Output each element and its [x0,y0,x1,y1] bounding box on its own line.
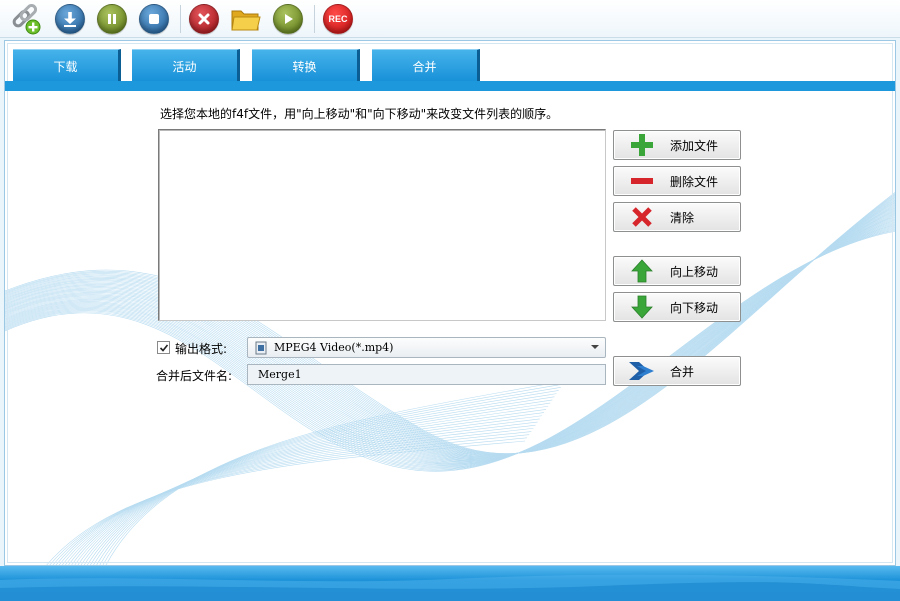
add-file-button[interactable]: 添加文件 [613,130,741,160]
stop-button[interactable] [138,3,170,35]
arrow-up-icon [614,257,670,285]
output-format-checkbox[interactable] [157,341,170,354]
toolbar-separator [180,5,181,33]
toolbar: REC [0,0,900,38]
tab-download[interactable]: 下载 [13,49,121,82]
stop-icon [139,4,169,34]
chevron-down-icon [591,345,599,349]
play-icon [273,4,303,34]
merge-arrow-icon [614,357,670,385]
move-up-button[interactable]: 向上移动 [613,256,741,286]
minus-icon [614,167,670,195]
add-file-label: 添加文件 [670,138,719,153]
output-format-value: MPEG4 Video(*.mp4) [274,341,394,354]
video-file-icon [248,341,274,355]
output-format-select[interactable]: MPEG4 Video(*.mp4) [247,337,606,358]
merge-instruction: 选择您本地的f4f文件，用"向上移动"和"向下移动"来改变文件列表的顺序。 [160,107,559,121]
pause-button[interactable] [96,3,128,35]
link-add-icon [12,3,41,35]
move-down-label: 向下移动 [670,300,719,315]
tab-convert[interactable]: 转换 [252,49,360,82]
download-button[interactable] [54,3,86,35]
record-icon: REC [323,4,353,34]
bottom-status-bar [0,566,900,601]
bottom-wave-decoration [0,574,900,601]
open-folder-button[interactable] [230,3,262,35]
add-link-button[interactable] [10,3,42,35]
tab-active[interactable]: 活动 [132,49,240,82]
tab-content-strip [5,81,895,91]
merge-button[interactable]: 合并 [613,356,741,386]
window-edge [896,40,900,566]
play-button[interactable] [272,3,304,35]
arrow-down-icon [614,293,670,321]
close-icon [614,203,670,231]
main-panel: 下载 活动 转换 合并 选择您本地的f4f文件，用"向上移动"和"向下移动"来改… [4,40,896,566]
pause-icon [97,4,127,34]
file-list[interactable] [158,129,606,321]
tab-bar: 下载 活动 转换 合并 [5,49,895,82]
checkmark-icon [159,343,168,352]
toolbar-separator [314,5,315,33]
remove-file-button[interactable]: 删除文件 [613,166,741,196]
clear-button[interactable]: 清除 [613,202,741,232]
clear-label: 清除 [670,210,695,225]
move-up-label: 向上移动 [670,264,719,279]
move-down-button[interactable]: 向下移动 [613,292,741,322]
merge-label: 合并 [670,364,695,379]
filename-input[interactable]: Merge1 [247,364,606,385]
download-icon [55,4,85,34]
close-icon [189,4,219,34]
remove-file-label: 删除文件 [670,174,719,189]
plus-icon [614,131,670,159]
delete-button[interactable] [188,3,220,35]
folder-icon [231,10,261,31]
record-label: REC [328,14,348,24]
output-format-label: 输出格式: [175,342,228,356]
tab-merge[interactable]: 合并 [372,49,480,82]
record-button[interactable]: REC [322,3,354,35]
filename-label: 合并后文件名: [156,369,233,383]
